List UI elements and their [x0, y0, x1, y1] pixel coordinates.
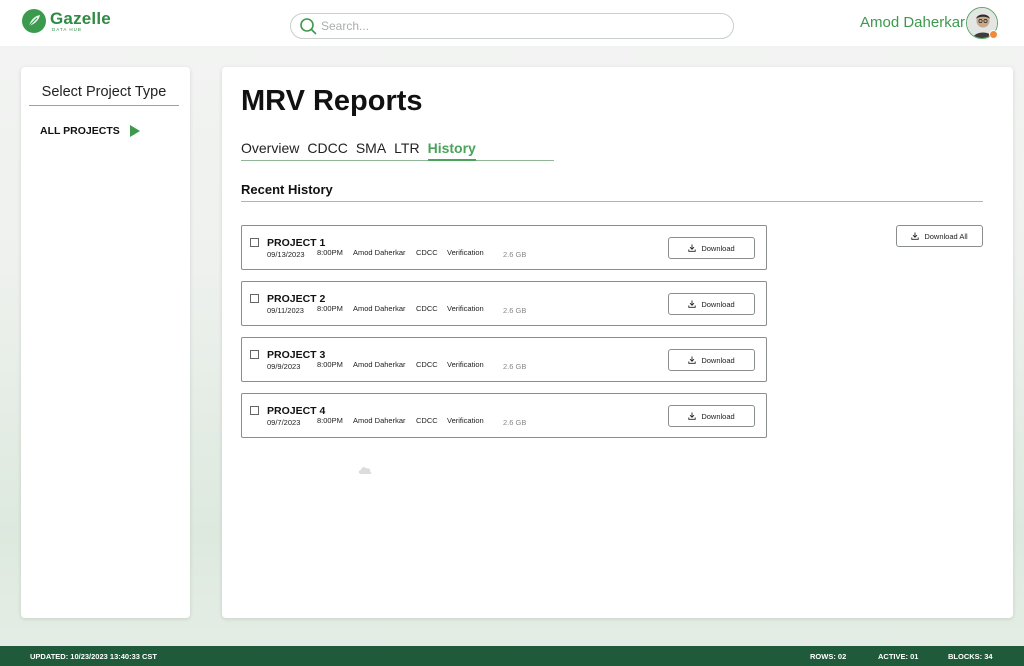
project-type: CDCC — [416, 248, 438, 257]
download-all-label: Download All — [924, 231, 968, 241]
download-label: Download — [701, 355, 735, 365]
table-row: PROJECT 1 09/13/2023 8:00PM Amod Daherka… — [241, 225, 767, 270]
project-type: CDCC — [416, 304, 438, 313]
project-date: 09/7/2023 — [267, 418, 301, 427]
download-label: Download — [701, 411, 735, 421]
sidebar-item-all-projects[interactable]: ALL PROJECTS — [40, 125, 140, 137]
project-stage: Verification — [447, 248, 484, 257]
table-row: PROJECT 2 09/11/2023 8:00PM Amod Daherka… — [241, 281, 767, 326]
sidebar-title: Select Project Type — [29, 84, 179, 106]
tab-history[interactable]: History — [427, 140, 476, 161]
status-dot — [989, 30, 998, 39]
logo-subtitle: DATA HUB — [52, 26, 82, 32]
section-title: Recent History — [241, 182, 983, 202]
search-icon[interactable] — [299, 17, 317, 35]
download-icon — [911, 232, 919, 240]
download-all-button[interactable]: Download All — [896, 225, 983, 247]
sidebar: Select Project Type ALL PROJECTS — [21, 67, 190, 618]
project-user: Amod Daherkar — [353, 304, 406, 313]
search-input[interactable] — [321, 17, 721, 35]
project-stage: Verification — [447, 304, 484, 313]
updated-timestamp: UPDATED: 10/23/2023 13:40:33 CST — [30, 652, 158, 661]
download-button[interactable]: Download — [668, 405, 755, 427]
project-date: 09/13/2023 — [267, 250, 305, 259]
project-size: 2.6 GB — [503, 418, 527, 427]
project-size: 2.6 GB — [503, 362, 527, 371]
tab-overview[interactable]: Overview — [241, 140, 299, 161]
active-count: ACTIVE: 01 — [878, 652, 919, 661]
play-icon — [129, 125, 140, 137]
search-bar — [290, 13, 734, 39]
tab-cdcc[interactable]: CDCC — [307, 140, 347, 161]
project-size: 2.6 GB — [503, 250, 527, 259]
tab-bar: Overview CDCC SMA LTR History — [241, 140, 554, 161]
top-header: Gazelle DATA HUB Amod Daherkar — [0, 0, 1024, 46]
download-label: Download — [701, 299, 735, 309]
gazelle-leaf-icon — [22, 9, 46, 33]
download-button[interactable]: Download — [668, 237, 755, 259]
tab-ltr[interactable]: LTR — [394, 140, 419, 161]
project-type: CDCC — [416, 360, 438, 369]
project-time: 8:00PM — [317, 248, 343, 257]
logo-name: Gazelle — [50, 8, 111, 28]
rows-count: ROWS: 02 — [810, 652, 847, 661]
table-row: PROJECT 4 09/7/2023 8:00PM Amod Daherkar… — [241, 393, 767, 438]
project-stage: Verification — [447, 416, 484, 425]
download-button[interactable]: Download — [668, 293, 755, 315]
download-icon — [688, 244, 696, 252]
row-checkbox[interactable] — [250, 238, 259, 247]
download-icon — [688, 300, 696, 308]
project-date: 09/11/2023 — [267, 306, 304, 315]
row-checkbox[interactable] — [250, 294, 259, 303]
project-date: 09/9/2023 — [267, 362, 301, 371]
project-time: 8:00PM — [317, 360, 343, 369]
download-label: Download — [701, 243, 735, 253]
row-checkbox[interactable] — [250, 406, 259, 415]
gazelle-logo[interactable]: Gazelle DATA HUB — [22, 9, 111, 33]
row-checkbox[interactable] — [250, 350, 259, 359]
blocks-count: BLOCKS: 34 — [948, 652, 993, 661]
project-stage: Verification — [447, 360, 484, 369]
project-user: Amod Daherkar — [353, 360, 406, 369]
project-type: CDCC — [416, 416, 438, 425]
download-button[interactable]: Download — [668, 349, 755, 371]
status-bar: UPDATED: 10/23/2023 13:40:33 CST ROWS: 0… — [0, 646, 1024, 666]
project-user: Amod Daherkar — [353, 248, 406, 257]
project-user: Amod Daherkar — [353, 416, 406, 425]
cloud-upload-icon — [358, 467, 372, 474]
table-row: PROJECT 3 09/9/2023 8:00PM Amod Daherkar… — [241, 337, 767, 382]
download-icon — [688, 412, 696, 420]
project-time: 8:00PM — [317, 416, 343, 425]
project-time: 8:00PM — [317, 304, 343, 313]
sidebar-item-label: ALL PROJECTS — [40, 125, 120, 137]
download-icon — [688, 356, 696, 364]
page-title: MRV Reports — [241, 85, 423, 117]
user-name[interactable]: Amod Daherkar — [860, 14, 965, 31]
main-panel: MRV Reports Overview CDCC SMA LTR Histor… — [222, 67, 1013, 618]
project-size: 2.6 GB — [503, 306, 527, 315]
tab-sma[interactable]: SMA — [356, 140, 386, 161]
